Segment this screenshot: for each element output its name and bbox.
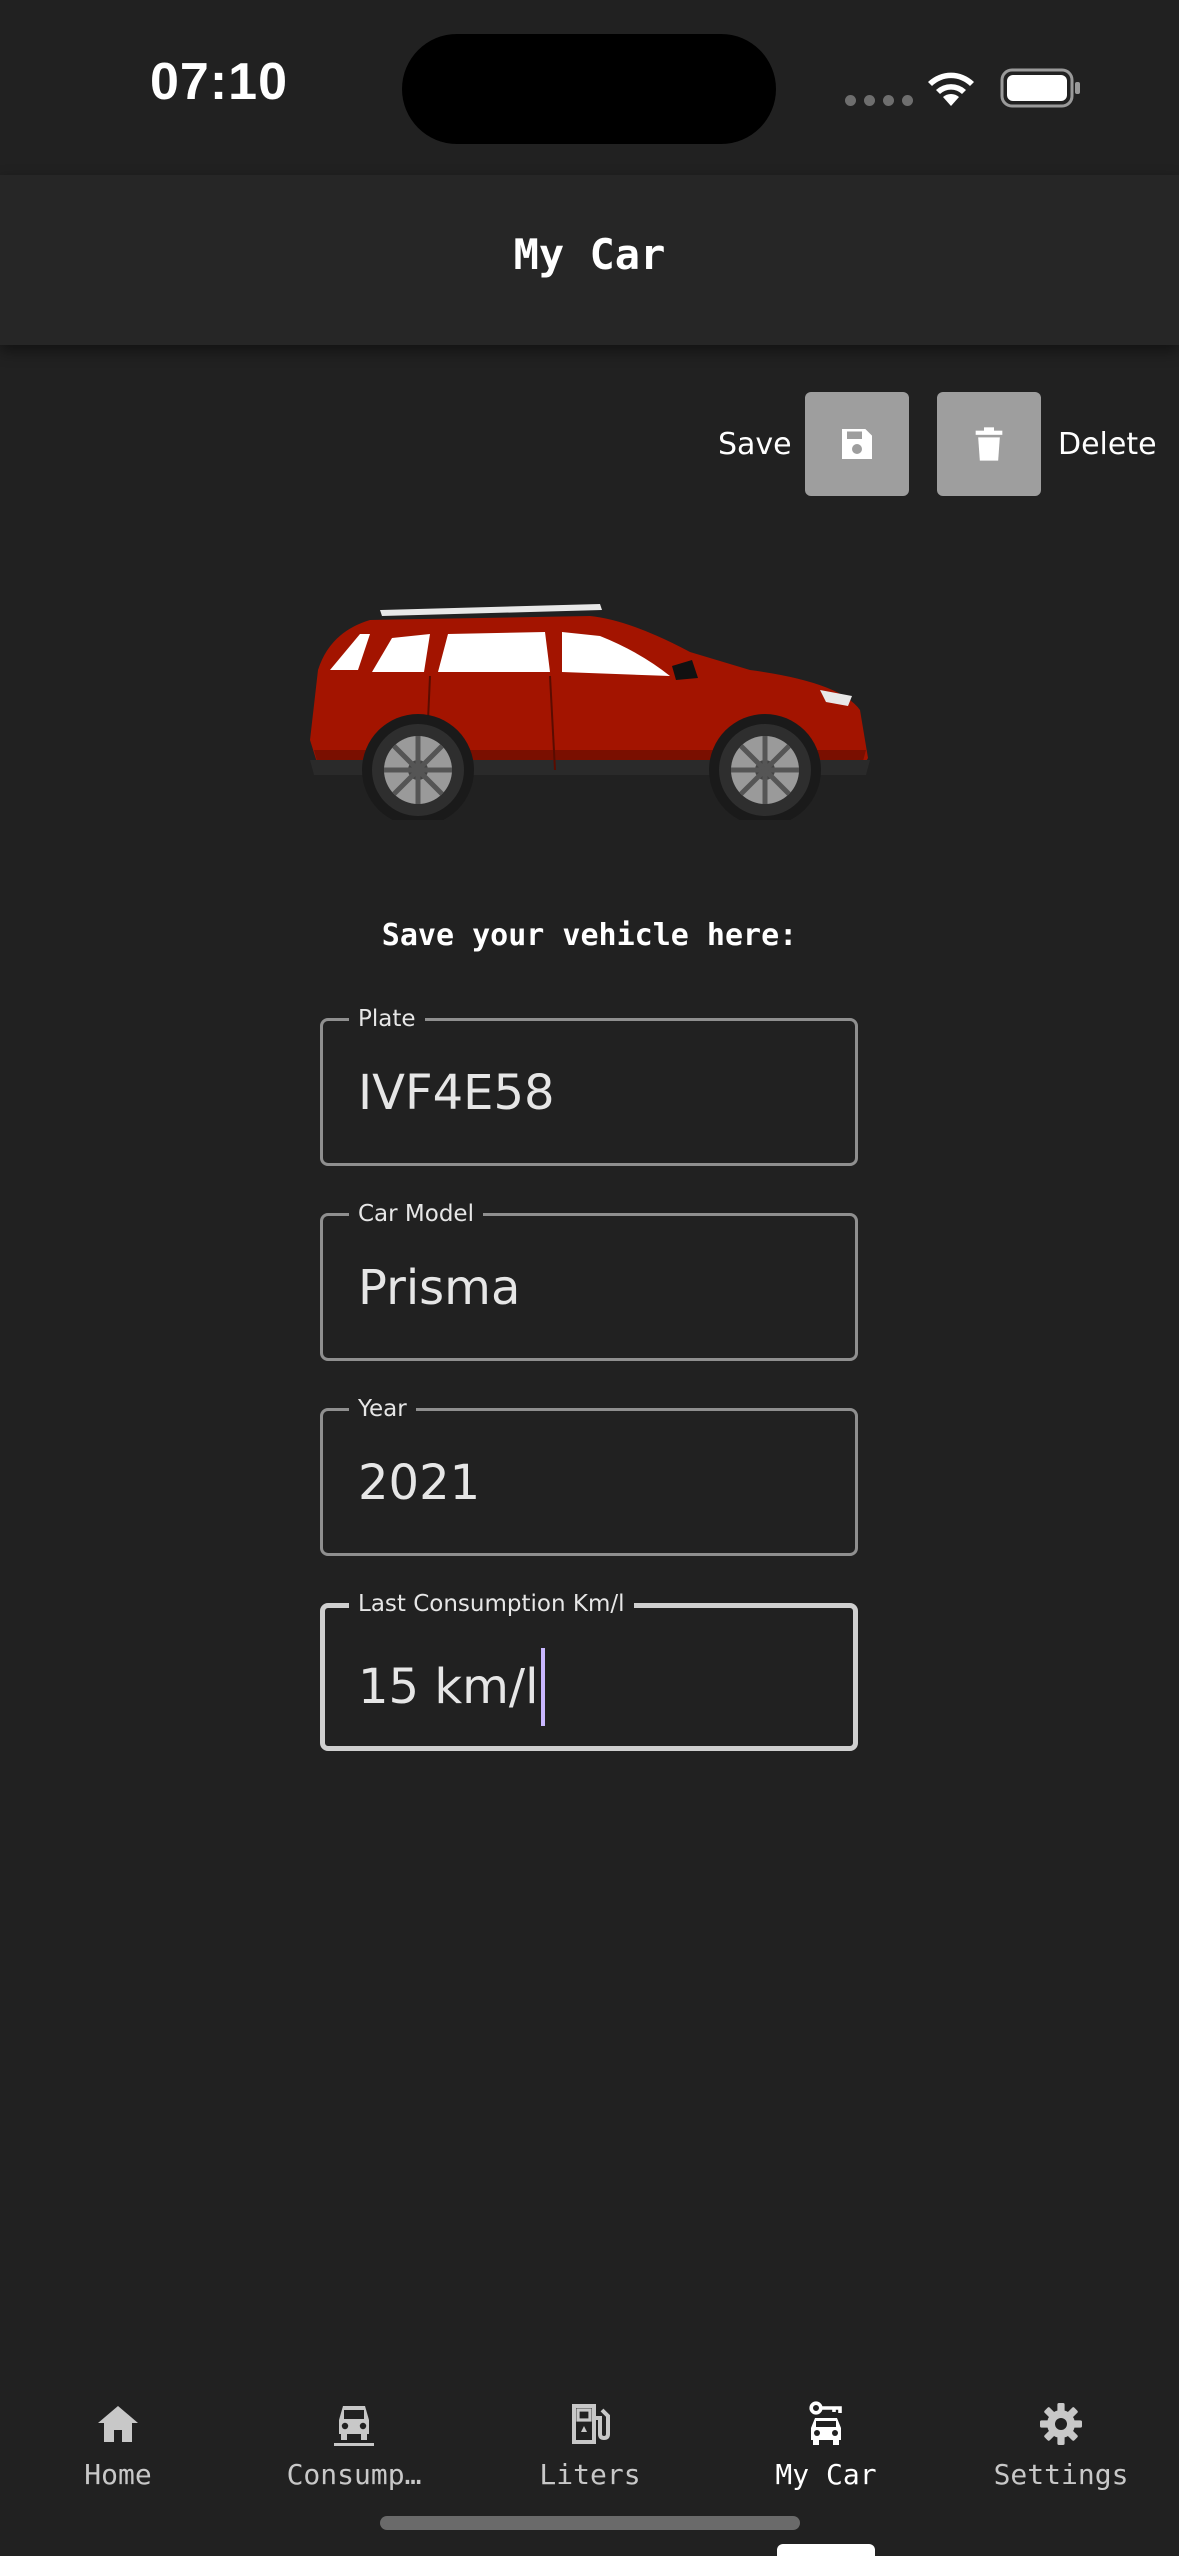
last-consumption-input-wrap[interactable]: 15 km/l <box>358 1648 546 1726</box>
active-tab-marker <box>777 2544 875 2556</box>
home-icon <box>98 2406 138 2442</box>
nav-item-home[interactable]: Home <box>0 2400 236 2491</box>
battery-icon <box>1000 68 1080 108</box>
nav-label-settings: Settings <box>993 2458 1129 2491</box>
nav-label-my-car: My Car <box>775 2458 877 2491</box>
nav-label-home: Home <box>84 2458 152 2491</box>
status-bar: 07:10 <box>0 0 1179 175</box>
home-indicator[interactable] <box>380 2516 800 2530</box>
car-model-field[interactable]: Car Model Prisma <box>320 1201 858 1361</box>
car-model-label: Car Model <box>349 1201 483 1227</box>
app-header: My Car <box>0 175 1179 345</box>
last-consumption-field[interactable]: Last Consumption Km/l 15 km/l <box>320 1591 858 1751</box>
last-consumption-label: Last Consumption Km/l <box>349 1591 634 1617</box>
nav-item-my-car[interactable]: My Car <box>708 2400 944 2491</box>
gear-icon <box>1040 2403 1082 2445</box>
nav-label-consumption: Consump… <box>286 2458 422 2491</box>
car-model-input[interactable]: Prisma <box>358 1258 520 1318</box>
delete-button[interactable] <box>937 392 1041 496</box>
section-heading: Save your vehicle here: <box>381 918 798 953</box>
plate-label: Plate <box>349 1006 425 1032</box>
dynamic-island <box>402 34 776 144</box>
floppy-disk-icon <box>842 429 872 459</box>
nav-item-liters[interactable]: Liters <box>472 2400 708 2491</box>
year-label: Year <box>349 1396 416 1422</box>
status-time: 07:10 <box>150 53 288 111</box>
last-consumption-input[interactable]: 15 km/l <box>358 1657 538 1717</box>
save-button[interactable] <box>805 392 909 496</box>
save-label: Save <box>718 427 792 462</box>
car-image <box>310 604 870 820</box>
page-title: My Car <box>513 230 666 279</box>
car-front-icon <box>334 2406 374 2446</box>
year-field[interactable]: Year 2021 <box>320 1396 858 1556</box>
plate-input[interactable]: IVF4E58 <box>358 1063 555 1123</box>
text-caret <box>541 1648 546 1726</box>
fuel-pump-icon <box>572 2404 610 2444</box>
delete-label: Delete <box>1058 427 1157 462</box>
nav-item-consumption[interactable]: Consump… <box>236 2400 472 2491</box>
plate-field[interactable]: Plate IVF4E58 <box>320 1006 858 1166</box>
car-key-icon <box>809 2401 842 2445</box>
cellular-signal-icon <box>845 95 913 106</box>
year-input[interactable]: 2021 <box>358 1453 480 1513</box>
trash-icon <box>975 427 1003 461</box>
nav-item-settings[interactable]: Settings <box>943 2400 1179 2491</box>
nav-label-liters: Liters <box>539 2458 641 2491</box>
wifi-icon <box>928 72 974 106</box>
